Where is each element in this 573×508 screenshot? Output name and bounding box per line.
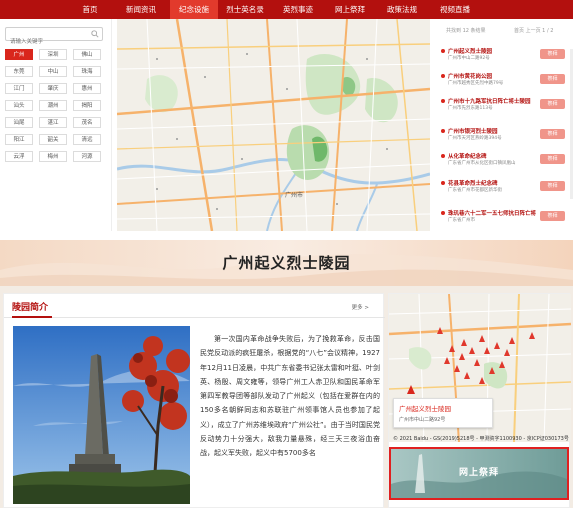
page-title: 广州起义烈士陵园 [222, 254, 351, 272]
location-pin-icon [441, 211, 445, 215]
memorial-map[interactable]: 广州市 [117, 19, 430, 231]
tribute-button[interactable]: 祭拜 [540, 49, 565, 59]
tribute-button[interactable]: 祭拜 [540, 74, 565, 84]
memorial-name[interactable]: 广州市十九路军抗日阵亡将士陵园 [448, 97, 536, 105]
popup-site-name: 广州起义烈士陵园 [399, 405, 451, 413]
more-link[interactable]: 更多 > [352, 303, 369, 311]
heading-underline [12, 316, 52, 318]
city-filter-button[interactable]: 佛山 [73, 49, 101, 60]
main-section: 陵园简介 更多 > 第一次国内革命战争失败后，为了挽救革命，反击国民党反动派的疯… [0, 286, 573, 508]
city-filter-button[interactable]: 广州 [5, 49, 33, 60]
memorial-address: 广州市越秀区先烈中路79号 [448, 81, 504, 86]
nav-item-online-tribute[interactable]: 网上祭拜 [324, 0, 376, 19]
memorial-address: 广东省广州市从化区街口镇凤凰山 [448, 161, 516, 166]
memorial-address: 广东省广州市 [448, 218, 475, 223]
memorial-name[interactable]: 广州市银河烈士陵园 [448, 127, 536, 135]
monument-photo [13, 326, 190, 504]
city-grid: 广州 深圳 佛山东莞 中山 珠海江门 肇庆 惠州汕头 潮州 揭阳汕尾 湛江 茂名阳江 韶关 清远云浮 梅州… [5, 49, 107, 162]
location-map[interactable]: 广州起义烈士陵园 广州市中山二路92号 [389, 294, 571, 442]
search-icon[interactable] [91, 30, 99, 38]
nav-item-news[interactable]: 新闻资讯 [114, 0, 168, 19]
city-filter-button[interactable]: 东莞 [5, 66, 33, 77]
memorial-name[interactable]: 珠玑巷六十二军一五七师抗日阵亡将士纪念碑 [448, 209, 536, 217]
city-filter-button[interactable]: 韶关 [39, 134, 67, 145]
memorial-list-item[interactable]: 广州起义烈士陵园 广州市中山二路92号 祭拜 [440, 47, 567, 73]
city-filter-button[interactable]: 梅州 [39, 151, 67, 162]
nav-item-home[interactable]: 首页 [66, 0, 114, 19]
city-filter-button[interactable]: 清远 [73, 134, 101, 145]
intro-heading: 陵园简介 [12, 303, 49, 313]
city-filter-button[interactable]: 珠海 [73, 66, 101, 77]
memorial-name[interactable]: 广州市黄花岗公园 [448, 72, 536, 80]
popup-site-address: 广州市中山二路92号 [399, 417, 446, 423]
result-count: 共找到 12 条结果 [446, 28, 486, 34]
nav-item-martyrs-list[interactable]: 烈士英名录 [218, 0, 272, 19]
location-pin-icon [441, 49, 445, 53]
memorial-address: 广州市先烈东路113号 [448, 106, 493, 111]
memorial-list-item[interactable]: 花县革命烈士纪念碑 广东省广州市花都区新华街 祭拜 [440, 179, 567, 205]
memorial-list-item[interactable]: 从化革命纪念碑 广东省广州市从化区街口镇凤凰山 祭拜 [440, 152, 567, 178]
location-pin-icon [441, 99, 445, 103]
city-filter-button[interactable]: 茂名 [73, 117, 101, 128]
online-tribute-banner[interactable]: 网上祭拜 [389, 447, 569, 500]
city-filter-button[interactable]: 潮州 [39, 100, 67, 111]
memorial-name[interactable]: 从化革命纪念碑 [448, 152, 536, 160]
city-filter-button[interactable]: 惠州 [73, 83, 101, 94]
memorial-list-panel: 共找到 12 条结果 首页 上一页 1 / 2 广州起义烈士陵园 广州市中山二路9… [432, 19, 573, 231]
intro-header: 陵园简介 更多 > [4, 294, 385, 318]
map-canvas[interactable]: 广州市 [117, 19, 430, 231]
search-box [5, 27, 103, 48]
page-banner: 广州起义烈士陵园 [0, 240, 573, 286]
city-filter-button[interactable]: 汕尾 [5, 117, 33, 128]
memorial-name[interactable]: 广州起义烈士陵园 [448, 47, 536, 55]
memorial-address: 广东省广州市花都区新华街 [448, 188, 502, 193]
city-filter-button[interactable]: 汕头 [5, 100, 33, 111]
location-pin-icon [441, 154, 445, 158]
map-copyright: © 2021 Baidu - GS(2019)5218号 - 甲测资字11009… [393, 436, 569, 442]
tribute-button[interactable]: 祭拜 [540, 129, 565, 139]
memorial-list-item[interactable]: 珠玑巷六十二军一五七师抗日阵亡将士纪念碑广东省广州市 祭拜 [440, 209, 567, 235]
memorial-address: 广州市天河区燕岭路394号 [448, 136, 502, 141]
location-pin-icon [441, 74, 445, 78]
location-card: 广州起义烈士陵园 广州市中山二路92号 © 2021 Baidu - GS(20… [388, 293, 571, 508]
memorial-list-item[interactable]: 广州市十九路军抗日阵亡将士陵园 广州市先烈东路113号 祭拜 [440, 97, 567, 123]
tribute-button[interactable]: 祭拜 [540, 154, 565, 164]
city-filter-button[interactable]: 中山 [39, 66, 67, 77]
location-pin-icon [441, 129, 445, 133]
top-nav: 首页 新闻资讯 纪念设施 烈士英名录 英烈事迹 网上祭拜 政策法规 视频直播 [0, 0, 573, 19]
memorial-list-item[interactable]: 广州市黄花岗公园 广州市越秀区先烈中路79号 祭拜 [440, 72, 567, 98]
city-filter-button[interactable]: 河源 [73, 151, 101, 162]
nav-item-heroic-deeds[interactable]: 英烈事迹 [272, 0, 324, 19]
online-tribute-label: 网上祭拜 [458, 468, 499, 478]
nav-item-live-video[interactable]: 视频直播 [428, 0, 482, 19]
tribute-button[interactable]: 祭拜 [540, 99, 565, 109]
nav-item-policies[interactable]: 政策法规 [376, 0, 428, 19]
list-pager[interactable]: 首页 上一页 1 / 2 [514, 27, 553, 34]
map-city-label: 广州市 [285, 191, 303, 199]
city-filter-panel: 广州深圳佛山东莞中山珠海江门肇庆惠州汕头潮州揭阳汕尾湛江茂名阳江韶关清远云浮梅州… [0, 19, 112, 231]
intro-card: 陵园简介 更多 > 第一次国内革命战争失败后，为了挽救革命，反击国民党反动派的疯… [3, 293, 385, 508]
city-filter-button[interactable]: 揭阳 [73, 100, 101, 111]
city-filter-button[interactable]: 湛江 [39, 117, 67, 128]
location-pin-icon [441, 181, 445, 185]
memorial-address: 广州市中山二路92号 [448, 56, 490, 61]
city-filter-button[interactable]: 肇庆 [39, 83, 67, 94]
page: 首页 新闻资讯 纪念设施 烈士英名录 英烈事迹 网上祭拜 政策法规 视频直播 广… [0, 0, 573, 508]
city-filter-button[interactable]: 江门 [5, 83, 33, 94]
location-popup: 广州起义烈士陵园 广州市中山二路92号 [393, 398, 493, 428]
city-filter-button[interactable]: 深圳 [39, 49, 67, 60]
city-filter-button[interactable]: 云浮 [5, 151, 33, 162]
memorial-name[interactable]: 花县革命烈士纪念碑 [448, 179, 536, 187]
intro-text: 第一次国内革命战争失败后，为了挽救革命，反击国民党反动派的疯狂屠杀，根据党的“八… [200, 335, 380, 458]
nav-item-memorial-facilities[interactable]: 纪念设施 [170, 0, 218, 19]
memorial-list-item[interactable]: 广州市银河烈士陵园 广州市天河区燕岭路394号 祭拜 [440, 127, 567, 153]
city-filter-button[interactable]: 阳江 [5, 134, 33, 145]
search-input[interactable] [6, 36, 88, 48]
tribute-button[interactable]: 祭拜 [540, 211, 565, 221]
tribute-button[interactable]: 祭拜 [540, 181, 565, 191]
